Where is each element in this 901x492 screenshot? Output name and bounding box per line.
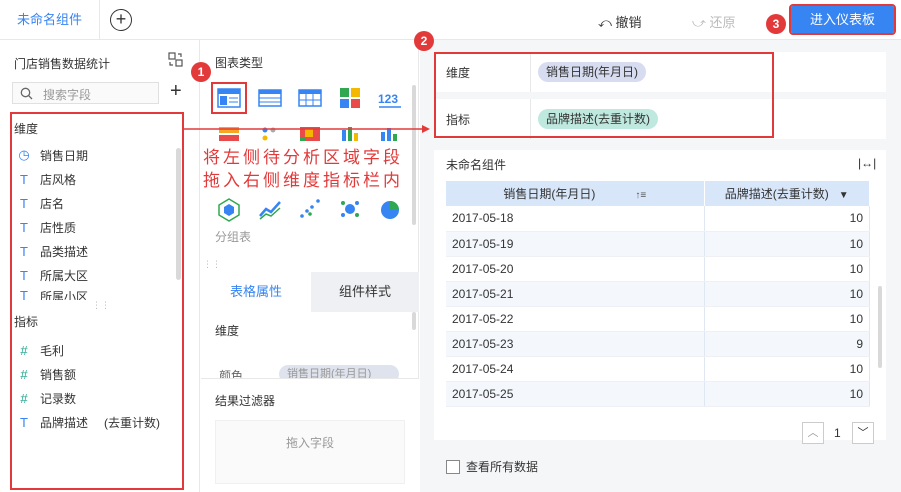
- date-cell: 2017-05-25: [446, 381, 705, 407]
- switch-dataset-icon[interactable]: [168, 52, 183, 67]
- table-row: 2017-05-21 10: [446, 281, 870, 307]
- chart-type-title: 图表类型: [215, 56, 264, 70]
- count-cell: 10: [704, 256, 870, 282]
- add-tab-button[interactable]: +: [110, 9, 132, 31]
- table-header-date[interactable]: 销售日期(年月日) ↑≡: [446, 181, 705, 206]
- add-field-button[interactable]: +: [170, 80, 182, 103]
- annotation-instruction: 将左侧待分析区域字段 拖入右侧维度指标栏内: [203, 146, 403, 192]
- dataset-title: 门店销售数据统计: [14, 57, 111, 71]
- chevron-up-icon: ︿: [807, 427, 819, 439]
- property-scrollbar[interactable]: [412, 312, 416, 330]
- undo-icon: ⤺: [598, 15, 616, 30]
- count-cell: 10: [704, 381, 870, 407]
- table-body: 2017-05-18 10 2017-05-19 10 2017-05-20 10 2017…: [446, 206, 870, 407]
- detail-table-icon[interactable]: [257, 85, 283, 111]
- view-all-checkbox[interactable]: [446, 459, 460, 474]
- search-icon: [20, 87, 33, 100]
- page-number: 1: [834, 426, 841, 440]
- scatter-chart-icon[interactable]: [297, 196, 323, 222]
- date-cell: 2017-05-21: [446, 281, 705, 307]
- table-scrollbar[interactable]: [878, 286, 882, 368]
- prev-page-button[interactable]: ︿: [802, 422, 824, 444]
- date-cell: 2017-05-23: [446, 331, 705, 357]
- svg-text:123: 123: [378, 92, 398, 106]
- annotation-arrow: [184, 125, 430, 133]
- tab-table-properties[interactable]: 表格属性: [201, 272, 311, 312]
- date-cell: 2017-05-22: [446, 306, 705, 332]
- tab-component-style[interactable]: 组件样式: [311, 272, 419, 312]
- filter-drop-zone[interactable]: 拖入字段: [215, 420, 405, 484]
- sort-icon[interactable]: ↑≡: [635, 190, 646, 201]
- component-title: 未命名组件: [446, 158, 507, 172]
- group-table-label: 分组表: [215, 230, 252, 244]
- table-row: 2017-05-22 10: [446, 306, 870, 332]
- annotation-badge-1: 1: [191, 62, 211, 82]
- view-all-label: 查看所有数据: [466, 460, 539, 474]
- property-dimension-label: 维度: [215, 324, 240, 338]
- result-filter-title: 结果过滤器: [215, 394, 276, 408]
- annotation-badge-2: 2: [414, 31, 434, 51]
- field-search-input[interactable]: 搜索字段: [12, 82, 159, 104]
- table-row: 2017-05-20 10: [446, 256, 870, 282]
- annotation-box-fields: [10, 112, 184, 490]
- funnel-chart-icon[interactable]: [216, 196, 242, 222]
- undo-button[interactable]: ⤺ 撤销: [598, 12, 642, 31]
- date-cell: 2017-05-18: [446, 206, 705, 232]
- redo-label: 还原: [709, 15, 736, 30]
- table-row: 2017-05-25 10: [446, 381, 870, 407]
- count-cell: 10: [704, 356, 870, 382]
- header-brand-label: 品牌描述(去重计数): [724, 187, 829, 201]
- table-row: 2017-05-24 10: [446, 356, 870, 382]
- area-chart-icon[interactable]: [257, 196, 283, 222]
- bubble-chart-icon[interactable]: [337, 196, 363, 222]
- view-all-data-toggle[interactable]: 查看所有数据: [446, 458, 538, 475]
- header-date-label: 销售日期(年月日): [503, 187, 596, 201]
- redo-icon: ⤻: [692, 15, 710, 30]
- resize-handle-icon[interactable]: ⋮⋮: [203, 259, 221, 270]
- table-header-brand[interactable]: 品牌描述(去重计数) ▼: [704, 181, 870, 206]
- number-card-icon[interactable]: 123: [377, 85, 403, 111]
- date-cell: 2017-05-20: [446, 256, 705, 282]
- redo-button[interactable]: ⤻ 还原: [692, 12, 736, 31]
- property-tabs: 表格属性 组件样式: [201, 272, 419, 312]
- next-page-button[interactable]: ﹀: [852, 422, 874, 444]
- pie-chart-icon[interactable]: [377, 196, 403, 222]
- count-cell: 9: [704, 331, 870, 357]
- search-placeholder: 搜索字段: [43, 88, 92, 102]
- cross-table-icon[interactable]: [297, 85, 323, 111]
- kpi-grid-icon[interactable]: [337, 85, 363, 111]
- date-cell: 2017-05-19: [446, 231, 705, 257]
- component-preview: 未命名组件 |↔| 销售日期(年月日) ↑≡ 品牌描述(去重计数) ▼ 2017-0…: [434, 150, 886, 440]
- chart-type-scrollbar[interactable]: [412, 85, 416, 225]
- table-row: 2017-05-18 10: [446, 206, 870, 232]
- data-table: 销售日期(年月日) ↑≡ 品牌描述(去重计数) ▼ 2017-05-18 10 2017…: [446, 181, 870, 407]
- count-cell: 10: [704, 306, 870, 332]
- annotation-box-shelves: [434, 52, 774, 138]
- undo-label: 撤销: [615, 15, 642, 30]
- expand-width-icon[interactable]: |↔|: [858, 156, 876, 170]
- field-panel: 门店销售数据统计 搜索字段 + 维度 ◷ 销售日期 T 店风格 T 店名 T 店性质 T 品类描述…: [0, 40, 200, 492]
- table-row: 2017-05-19 10: [446, 231, 870, 257]
- date-cell: 2017-05-24: [446, 356, 705, 382]
- sort-desc-icon[interactable]: ▼: [839, 190, 849, 201]
- tab-untitled-component[interactable]: 未命名组件: [0, 0, 100, 40]
- enter-dashboard-button[interactable]: 进入仪表板: [789, 4, 896, 35]
- count-cell: 10: [704, 231, 870, 257]
- annotation-badge-3: 3: [766, 14, 786, 34]
- count-cell: 10: [704, 206, 870, 232]
- selected-chart-highlight: [211, 82, 247, 114]
- chart-config-panel: 图表类型 123 分组表 ⋮⋮ 表格属性 组件样式 维度 颜色 销售日期(年月日…: [201, 40, 419, 492]
- count-cell: 10: [704, 281, 870, 307]
- chevron-down-icon: ﹀: [857, 427, 869, 439]
- result-filter-section: 结果过滤器 拖入字段: [201, 378, 419, 492]
- table-row: 2017-05-23 9: [446, 331, 870, 357]
